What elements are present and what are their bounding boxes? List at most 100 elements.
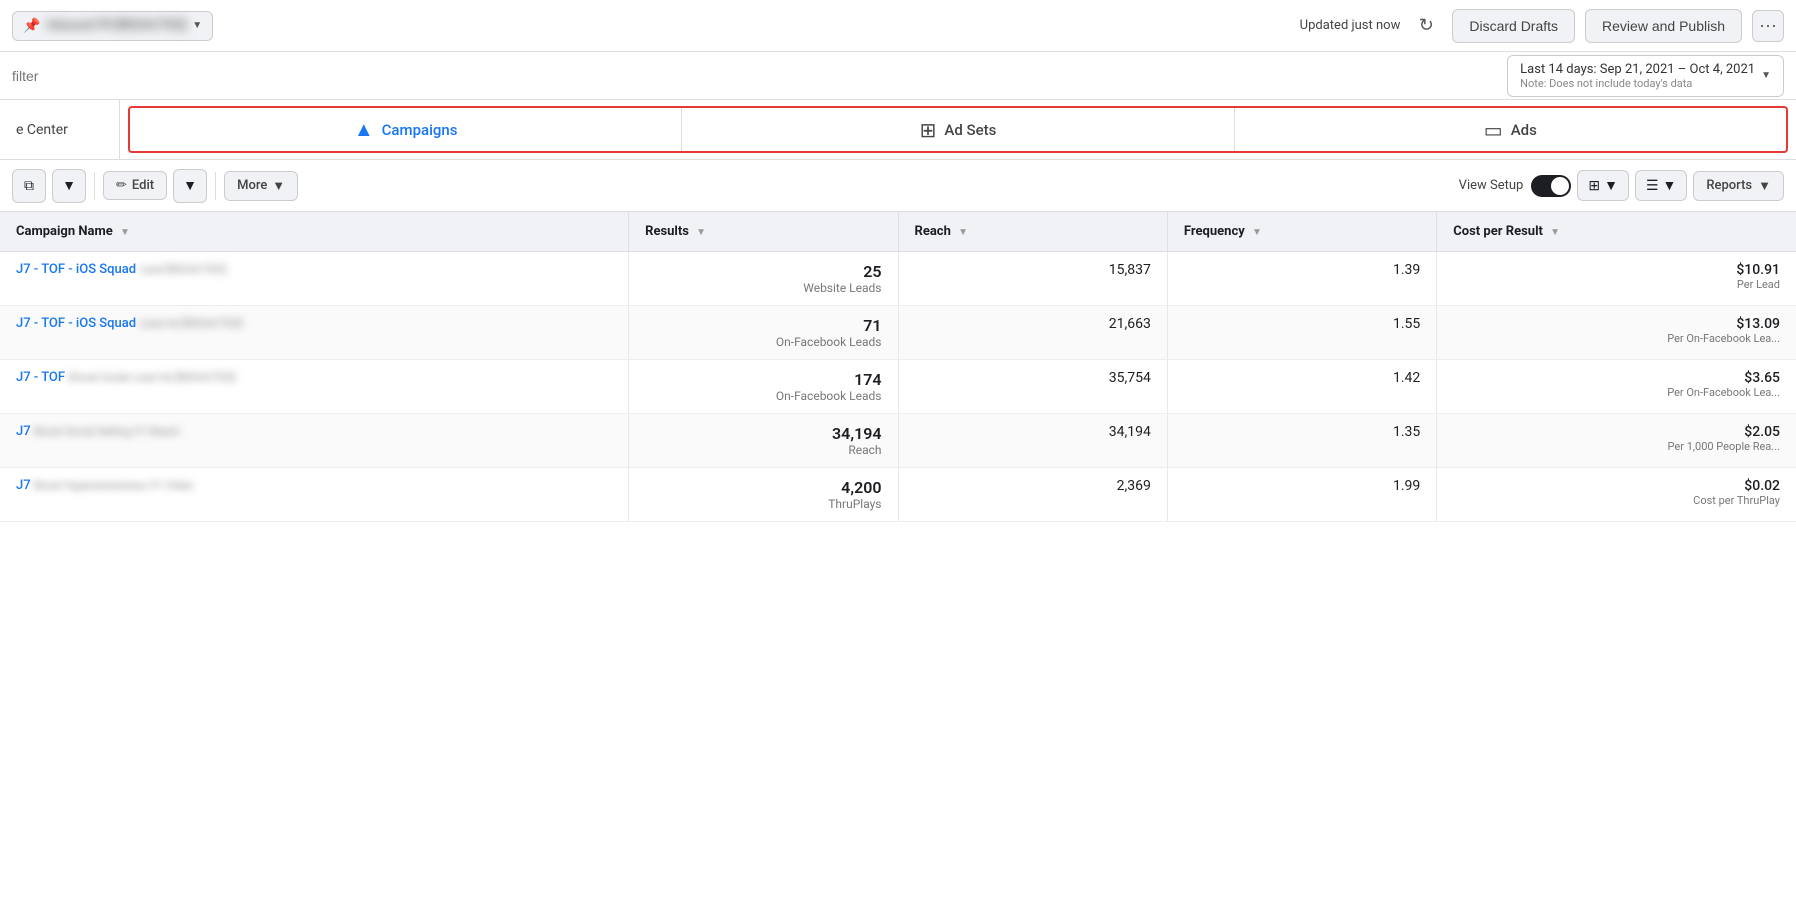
chevron-down-icon: ▼ [192,20,202,31]
cell-frequency-2: 1.42 [1167,360,1436,414]
cost-sub-3: Per 1,000 People Rea... [1453,440,1780,453]
updated-text: Updated just now [1300,18,1401,33]
results-sub-1: On-Facebook Leads [645,335,881,349]
date-range-note: Note: Does not include today's data [1520,77,1755,90]
cost-sub-0: Per Lead [1453,278,1780,291]
filter-icon: ☰ [1646,178,1659,194]
table-row: J7 Boost Social Selling V1 Reach 34,194 … [0,414,1796,468]
campaign-link-0[interactable]: J7 - TOF - iOS Squad [16,262,136,277]
filter-input[interactable] [12,68,1497,84]
tab-ads[interactable]: ▭ Ads [1235,108,1786,151]
toolbar-separator-1 [94,172,95,200]
table-row: J7 - TOF - iOS Squad Lead Ad [REDACTED] … [0,306,1796,360]
edit-button[interactable]: ✏ Edit [103,171,167,200]
review-publish-button[interactable]: Review and Publish [1585,9,1742,43]
more-options-button[interactable]: ··· [1752,10,1784,42]
campaign-sub-0: Lead [REDACTED] [139,263,226,276]
col-header-reach[interactable]: Reach ▼ [898,212,1167,252]
copy-button[interactable]: ⧉ [12,169,46,203]
date-chevron-icon: ▼ [1761,70,1771,81]
ads-icon: ▭ [1484,118,1503,142]
edit-icon: ✏ [116,178,127,193]
cell-results-4: 4,200 ThruPlays [629,468,898,522]
campaign-link-1[interactable]: J7 - TOF - iOS Squad [16,316,136,331]
copy-icon: ⧉ [24,178,34,194]
cell-cost-4: $0.02 Cost per ThruPlay [1437,468,1796,522]
cell-results-2: 174 On-Facebook Leads [629,360,898,414]
tab-adsets[interactable]: ⊞ Ad Sets [682,108,1234,151]
date-range-text: Last 14 days: Sep 21, 2021 – Oct 4, 2021 [1520,62,1755,77]
view-setup: View Setup [1459,175,1572,197]
copy-dropdown-button[interactable]: ▼ [52,169,86,203]
refresh-button[interactable]: ↻ [1410,10,1442,42]
edit-chevron-icon: ▼ [183,177,197,194]
cost-val-3: $2.05 [1453,424,1780,440]
tab-campaigns[interactable]: ▲ Campaigns [130,108,682,151]
campaigns-table: Campaign Name ▼ Results ▼ Reach ▼ Freque… [0,212,1796,522]
campaign-sub-1: Lead Ad [REDACTED] [139,317,242,330]
cell-name-3: J7 Boost Social Selling V1 Reach [0,414,629,468]
results-val-3: 34,194 [645,424,881,443]
tab-ads-label: Ads [1511,121,1537,139]
account-selector[interactable]: 📌 Inbound FR [REDACTED] ▼ [12,11,213,41]
table-body: J7 - TOF - iOS Squad Lead [REDACTED] 25 … [0,252,1796,522]
more-chevron-icon: ▼ [272,178,285,194]
cell-reach-2: 35,754 [898,360,1167,414]
col-header-results[interactable]: Results ▼ [629,212,898,252]
edit-dropdown-button[interactable]: ▼ [173,169,207,203]
campaign-link-3[interactable]: J7 [16,424,31,439]
cell-reach-0: 15,837 [898,252,1167,306]
table-container: Campaign Name ▼ Results ▼ Reach ▼ Freque… [0,212,1796,522]
col-results-label: Results [645,224,689,239]
cell-cost-0: $10.91 Per Lead [1437,252,1796,306]
col-header-name[interactable]: Campaign Name ▼ [0,212,629,252]
campaign-sub-3: Boost Social Selling V1 Reach [34,425,180,438]
date-range-selector[interactable]: Last 14 days: Sep 21, 2021 – Oct 4, 2021… [1507,55,1784,97]
table-row: J7 Boost Hyperawareness V1 Video 4,200 T… [0,468,1796,522]
tab-campaigns-label: Campaigns [382,121,458,139]
col-results-sort-icon: ▼ [696,227,706,238]
table-row: J7 - TOF Ebook Guide Lead Ad [REDACTED] … [0,360,1796,414]
col-header-frequency[interactable]: Frequency ▼ [1167,212,1436,252]
tabs-container: ▲ Campaigns ⊞ Ad Sets ▭ Ads [128,106,1788,153]
campaign-link-4[interactable]: J7 [16,478,31,493]
campaigns-icon: ▲ [354,117,374,142]
date-range-info: Last 14 days: Sep 21, 2021 – Oct 4, 2021… [1520,62,1755,90]
columns-chevron-icon: ▼ [1604,177,1618,194]
table-row: J7 - TOF - iOS Squad Lead [REDACTED] 25 … [0,252,1796,306]
edit-label: Edit [132,178,154,193]
results-val-0: 25 [645,262,881,281]
left-label: e Center [0,100,120,159]
cell-frequency-0: 1.39 [1167,252,1436,306]
filter-view-button[interactable]: ☰ ▼ [1635,170,1687,201]
campaign-link-2[interactable]: J7 - TOF [16,370,65,385]
cell-frequency-3: 1.35 [1167,414,1436,468]
col-cost-label: Cost per Result [1453,224,1543,239]
more-label: More [237,178,267,193]
view-setup-toggle[interactable] [1531,175,1571,197]
col-name-sort-icon: ▼ [120,227,130,238]
results-sub-2: On-Facebook Leads [645,389,881,403]
columns-view-button[interactable]: ⊞ ▼ [1577,170,1629,201]
account-name: Inbound FR [REDACTED] [46,18,186,33]
cost-val-4: $0.02 [1453,478,1780,494]
cell-cost-2: $3.65 Per On-Facebook Lea... [1437,360,1796,414]
cost-sub-2: Per On-Facebook Lea... [1453,386,1780,399]
col-freq-label: Frequency [1184,224,1245,239]
reports-button[interactable]: Reports ▼ [1693,171,1784,201]
campaign-sub-2: Ebook Guide Lead Ad [REDACTED] [68,371,235,384]
cell-reach-1: 21,663 [898,306,1167,360]
cell-results-0: 25 Website Leads [629,252,898,306]
discard-drafts-button[interactable]: Discard Drafts [1452,9,1575,43]
cell-frequency-1: 1.55 [1167,306,1436,360]
copy-chevron-icon: ▼ [62,177,76,194]
more-button[interactable]: More ▼ [224,171,298,201]
top-bar: 📌 Inbound FR [REDACTED] ▼ Updated just n… [0,0,1796,52]
filter-bar: Last 14 days: Sep 21, 2021 – Oct 4, 2021… [0,52,1796,100]
cell-name-2: J7 - TOF Ebook Guide Lead Ad [REDACTED] [0,360,629,414]
cost-sub-4: Cost per ThruPlay [1453,494,1780,507]
cell-name-0: J7 - TOF - iOS Squad Lead [REDACTED] [0,252,629,306]
adsets-icon: ⊞ [920,118,937,142]
cell-results-1: 71 On-Facebook Leads [629,306,898,360]
col-header-cost[interactable]: Cost per Result ▼ [1437,212,1796,252]
